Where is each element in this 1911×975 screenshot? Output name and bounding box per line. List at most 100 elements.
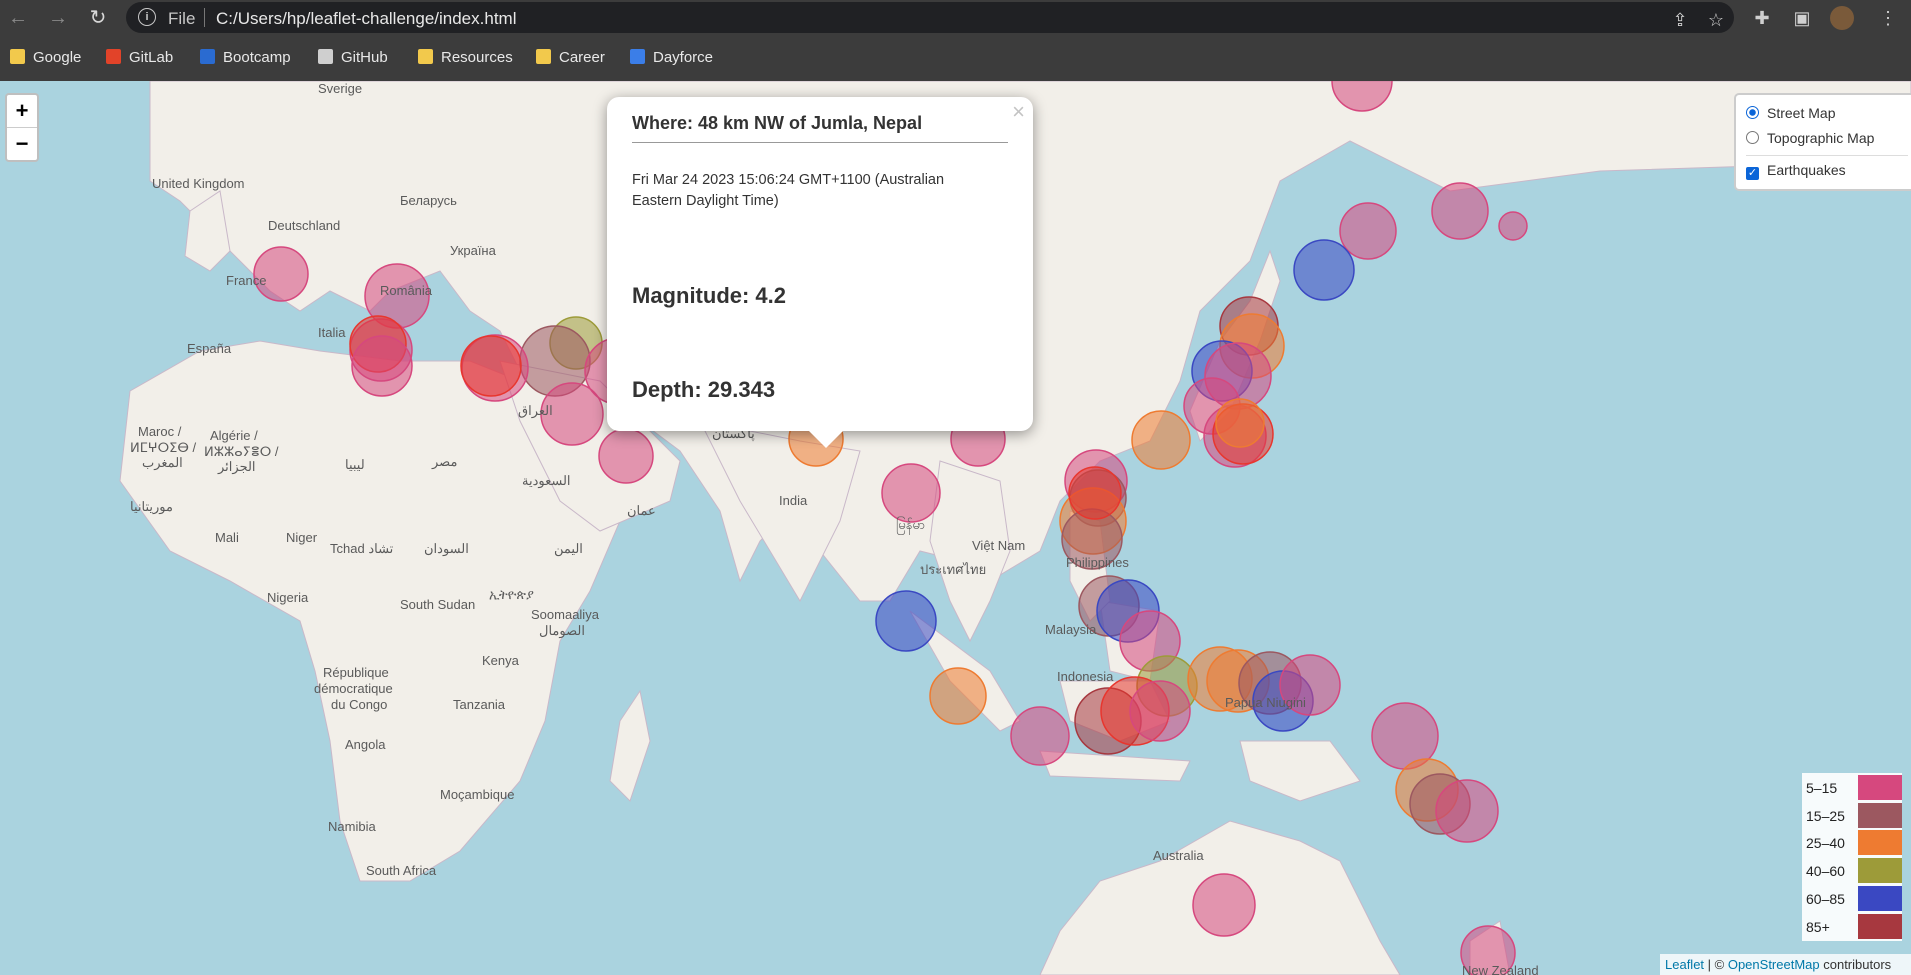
layer-separator: [1746, 155, 1908, 156]
layer-label: Street Map: [1767, 105, 1836, 121]
legend-swatch: [1858, 775, 1902, 800]
bookmark-label: Google: [33, 49, 82, 66]
popup-tip: [806, 428, 846, 448]
forward-arrow-icon[interactable]: →: [44, 4, 72, 32]
earthquake-marker[interactable]: [1339, 202, 1397, 260]
map-label-malaysia: Malaysia: [1045, 622, 1097, 637]
earthquake-marker[interactable]: [881, 463, 941, 523]
menu-kebab-icon[interactable]: ⋮: [1876, 6, 1900, 30]
map-label-mauritania: موريتانيا: [130, 499, 173, 514]
folder-icon: [418, 49, 433, 64]
bookmark-label: Bootcamp: [223, 49, 291, 66]
popup-close-button[interactable]: ×: [1012, 99, 1025, 125]
bookmarks-bar: Google GitLab Bootcamp GitHub Resources Caree…: [0, 35, 1911, 82]
base-layer-topographic-map[interactable]: Topographic Map: [1746, 126, 1908, 151]
popup-magnitude: Magnitude: 4.2: [632, 283, 787, 308]
bookmark-google[interactable]: Google: [10, 47, 81, 69]
map-label-mozambique: Moçambique: [440, 787, 515, 802]
back-arrow-icon[interactable]: ←: [4, 4, 32, 32]
bookmark-resources[interactable]: Resources: [418, 47, 513, 69]
map-label-saudi: السعودية: [522, 473, 571, 488]
map-label-deutschland: Deutschland: [268, 218, 341, 233]
popup-time: Fri Mar 24 2023 15:06:24 GMT+1100 (Austr…: [632, 172, 945, 209]
legend-row: 40–60: [1804, 857, 1902, 884]
share-icon[interactable]: ⇪: [1668, 8, 1692, 32]
legend-swatch: [1858, 830, 1902, 856]
earthquake-marker[interactable]: [1010, 706, 1070, 766]
url-text[interactable]: C:/Users/hp/leaflet-challenge/index.html: [216, 9, 516, 29]
map-label-sverige: Sverige: [318, 81, 363, 96]
map-label-somalia2: الصومال: [539, 623, 585, 638]
earthquake-marker[interactable]: [1431, 182, 1489, 240]
checkbox-checked-icon[interactable]: ✓: [1746, 167, 1759, 180]
earthquake-marker[interactable]: [1435, 779, 1499, 843]
map-label-png: Papua Niugini: [1225, 695, 1306, 710]
overlay-earthquakes[interactable]: ✓ Earthquakes: [1746, 158, 1908, 183]
overlay-label: Earthquakes: [1767, 162, 1846, 178]
bookmark-github[interactable]: GitHub: [318, 47, 388, 69]
map-label-namibia: Namibia: [328, 819, 376, 834]
earthquake-marker[interactable]: [351, 335, 413, 397]
folder-icon: [10, 49, 25, 64]
layer-control: Street Map Topographic Map ✓ Earthquakes: [1734, 93, 1911, 191]
map-label-ukraina: Україна: [450, 243, 496, 258]
earthquake-marker[interactable]: [460, 335, 522, 397]
earthquake-marker[interactable]: [1498, 211, 1528, 241]
earthquake-map[interactable]: Sverige United Kingdom Deutschland Беларусь…: [0, 81, 1911, 975]
map-label-belarus: Беларусь: [400, 193, 457, 208]
earthquake-marker[interactable]: [598, 428, 654, 484]
earthquake-marker[interactable]: [1192, 873, 1256, 937]
bookmark-career[interactable]: Career: [536, 47, 605, 69]
bookmark-star-icon[interactable]: ☆: [1704, 8, 1728, 32]
extensions-icon[interactable]: ✚: [1750, 6, 1774, 30]
earthquake-marker[interactable]: [1215, 398, 1265, 448]
bookmark-dayforce[interactable]: Dayforce: [630, 47, 713, 69]
address-bar[interactable]: i File C:/Users/hp/leaflet-challenge/ind…: [126, 2, 1734, 33]
earthquake-marker[interactable]: [929, 667, 987, 725]
legend-label: 5–15: [1806, 780, 1838, 796]
side-panel-icon[interactable]: ▣: [1790, 6, 1814, 30]
map-label-ethiopia: ኢትዮጵያ: [489, 587, 534, 602]
map-label-mali: Mali: [215, 530, 239, 545]
earthquake-marker[interactable]: [1129, 680, 1191, 742]
map-label-maroc2: ⵍⵎⵖⵔⵉⴱ /: [130, 440, 197, 455]
leaflet-link[interactable]: Leaflet: [1665, 957, 1704, 972]
attribution-contributors: contributors: [1819, 957, 1892, 972]
map-label-algerie3: الجزائر: [218, 459, 256, 474]
map-label-algerie2: ⵍⵣⵣⴰⵢⴻⵔ /: [204, 444, 279, 459]
map-label-south-sudan: South Sudan: [400, 597, 476, 612]
earthquake-marker[interactable]: [1131, 410, 1191, 470]
map-label-france: France: [226, 273, 267, 288]
map-label-uk: United Kingdom: [152, 176, 245, 191]
legend-label: 40–60: [1806, 863, 1845, 880]
dayforce-icon: [630, 49, 645, 64]
earthquake-marker[interactable]: [1293, 239, 1355, 301]
radio-selected-icon[interactable]: [1746, 106, 1759, 119]
legend-row: 60–85: [1804, 885, 1902, 912]
radio-unselected-icon[interactable]: [1746, 131, 1759, 144]
map-label-somalia: Soomaaliya: [531, 607, 599, 622]
browser-toolbar: ← → ↻ i File C:/Users/hp/leaflet-challen…: [0, 0, 1911, 35]
bookmark-gitlab[interactable]: GitLab: [106, 47, 173, 69]
reload-icon[interactable]: ↻: [84, 4, 112, 32]
bookmark-label: Dayforce: [653, 49, 714, 66]
bookmark-bootcamp[interactable]: Bootcamp: [200, 47, 291, 69]
map-label-angola: Angola: [345, 737, 386, 752]
map-label-espana: España: [187, 341, 232, 356]
base-layer-street-map[interactable]: Street Map: [1746, 101, 1908, 126]
earthquake-popup: × Where: 48 km NW of Jumla, Nepal Fri Ma…: [607, 97, 1033, 448]
earthquake-marker[interactable]: [1068, 466, 1122, 520]
map-label-nigeria: Nigeria: [267, 590, 309, 605]
zoom-in-button[interactable]: +: [7, 95, 37, 127]
profile-avatar[interactable]: [1830, 6, 1854, 30]
legend-label: 15–25: [1806, 807, 1845, 824]
map-label-maroc: Maroc /: [138, 424, 182, 439]
map-label-romania: România: [380, 283, 433, 298]
earthquake-marker[interactable]: [875, 590, 937, 652]
site-info-icon[interactable]: i: [138, 8, 156, 26]
map-label-indonesia: Indonesia: [1057, 669, 1114, 684]
map-label-egypt: مصر: [432, 454, 458, 469]
folder-icon: [536, 49, 551, 64]
zoom-out-button[interactable]: −: [7, 127, 37, 160]
openstreetmap-link[interactable]: OpenStreetMap: [1728, 957, 1820, 972]
